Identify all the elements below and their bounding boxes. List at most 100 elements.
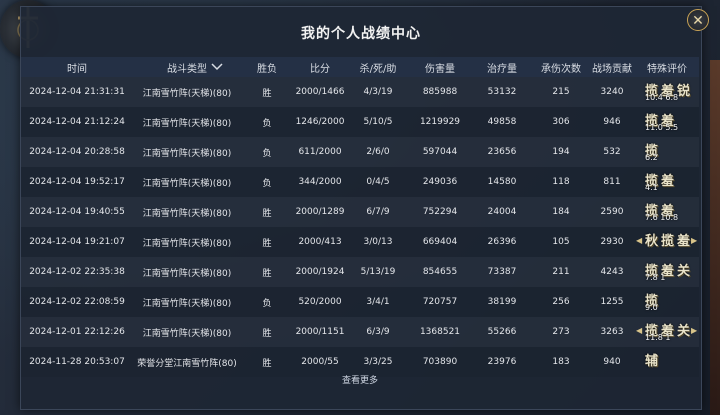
evaluation-badges[interactable]: 揽羞锐 10.4 6.8 [635,77,699,107]
cell-contrib: 1255 [600,297,624,307]
cell-damage: 720757 [422,297,458,307]
cell-time: 2024-12-01 22:12:26 [29,327,125,337]
cell-kda: 4/3/19 [363,87,393,97]
game-screen: 我的个人战绩中心 ✕ 时间 战斗类型 胜负 比分 杀/死/助 伤害量 治疗量 承… [0,0,720,415]
table-row[interactable]: 2024-12-04 19:52:17 江南雪竹阵(天梯)(80) 负 344/200… [21,167,699,197]
close-button[interactable]: ✕ [687,9,709,31]
cell-damage: 597044 [422,147,458,157]
evaluation-badges[interactable]: 揽羞 7.6 10.8 [635,197,699,227]
cell-damage: 854655 [422,267,458,277]
cell-contrib: 2590 [600,207,624,217]
view-more-link[interactable]: 查看更多 [0,373,720,386]
cell-eval: 揽 9.0 [635,287,699,317]
table-row[interactable]: 2024-12-04 19:21:07 江南雪竹阵(天梯)(80) 胜 2000/41… [21,227,699,257]
table-row[interactable]: 2024-12-02 22:08:59 江南雪竹阵(天梯)(80) 负 520/200… [21,287,699,317]
eval-badge: 关 [677,264,691,279]
table-row[interactable]: 2024-12-01 22:12:26 江南雪竹阵(天梯)(80) 胜 2000/11… [21,317,699,347]
cell-time: 2024-12-02 22:35:38 [29,267,125,277]
cell-score: 2000/1151 [295,327,345,337]
cell-heal: 49858 [487,117,517,127]
cell-hits: 194 [552,147,570,157]
cell-result: 胜 [262,268,272,279]
table-row[interactable]: 2024-12-04 21:12:24 江南雪竹阵(天梯)(80) 负 1246/20… [21,107,699,137]
cell-kda: 6/7/9 [366,207,390,217]
cell-eval: ◀ ▶ 秋揽羞 [635,227,699,257]
cell-damage: 249036 [422,177,458,187]
cell-kda: 3/0/13 [363,237,393,247]
cell-result: 胜 [262,328,272,339]
cell-hits: 215 [552,87,570,97]
chevron-right-icon[interactable]: ▶ [691,326,697,335]
eval-number: 9.0 [645,303,658,312]
cell-time: 2024-12-04 21:12:24 [29,117,125,127]
column-header-heal: 治疗量 [487,63,517,75]
chevron-left-icon[interactable]: ◀ [636,326,642,335]
table-header: 时间 战斗类型 胜负 比分 杀/死/助 伤害量 治疗量 承伤次数 战场贡献 特殊… [21,57,699,77]
cell-heal: 24004 [487,207,517,217]
cell-hits: 256 [552,297,570,307]
cell-damage: 1219929 [419,117,461,127]
cell-type: 江南雪竹阵(天梯)(80) [142,88,232,99]
eval-badge: 关 [677,324,691,339]
evaluation-badges[interactable]: 揽 6.2 [635,137,699,167]
cell-damage: 885988 [422,87,458,97]
cell-contrib: 946 [603,117,621,127]
eval-number: 10.4 6.8 [645,93,679,102]
cell-hits: 184 [552,207,570,217]
evaluation-badges[interactable]: ◀ ▶ 秋揽羞 [635,227,699,257]
cell-score: 611/2000 [298,147,342,157]
column-header-type[interactable]: 战斗类型 [133,57,241,77]
cell-time: 2024-12-04 21:31:31 [29,87,125,97]
column-header-result: 胜负 [257,63,277,75]
cell-type: 江南雪竹阵(天梯)(80) [142,238,232,249]
cell-type: 江南雪竹阵(天梯)(80) [142,208,232,219]
cell-heal: 23656 [487,147,517,157]
cell-contrib: 3240 [600,87,624,97]
table-row[interactable]: 2024-12-02 22:35:38 江南雪竹阵(天梯)(80) 胜 2000/19… [21,257,699,287]
cell-result: 胜 [262,208,272,219]
column-header-contrib: 战场贡献 [592,63,632,75]
chevron-right-icon[interactable]: ▶ [691,236,697,245]
cell-result: 胜 [262,238,272,249]
evaluation-badges[interactable]: 揽羞关 7.8 1 [635,257,699,287]
column-header-score: 比分 [310,63,330,75]
cell-score: 2000/1466 [295,87,345,97]
cell-result: 负 [262,148,272,159]
cell-hits: 118 [552,177,570,187]
eval-number: 11.0 5.5 [645,123,679,132]
evaluation-badges[interactable]: 揽羞 4.1 [635,167,699,197]
cell-result: 负 [262,118,272,129]
cell-heal: 26396 [487,237,517,247]
evaluation-badges[interactable]: 揽羞 11.0 5.5 [635,107,699,137]
cell-time: 2024-12-04 20:28:58 [29,147,125,157]
cell-heal: 73387 [487,267,517,277]
background-edge [710,60,720,415]
cell-eval: 揽羞锐 10.4 6.8 [635,77,699,107]
cell-damage: 1368521 [419,327,461,337]
cell-heal: 14580 [487,177,517,187]
cell-kda: 3/4/1 [366,297,390,307]
eval-badge: 揽 [661,234,675,249]
cell-type: 江南雪竹阵(天梯)(80) [142,178,232,189]
cell-result: 胜 [262,88,272,99]
chevron-down-icon[interactable] [211,63,223,71]
evaluation-badges[interactable]: ◀ ▶ 揽羞关 11.8 1 [635,317,699,347]
table-row[interactable]: 2024-12-04 20:28:58 江南雪竹阵(天梯)(80) 负 611/200… [21,137,699,167]
chevron-left-icon[interactable]: ◀ [636,236,642,245]
eval-number: 4.1 [645,183,658,192]
column-header-time: 时间 [67,63,87,75]
cell-contrib: 3263 [600,327,624,337]
eval-badge: 羞 [677,234,691,249]
table-row[interactable]: 2024-12-04 21:31:31 江南雪竹阵(天梯)(80) 胜 2000/14… [21,77,699,107]
cell-heal: 53132 [487,87,517,97]
record-table: 时间 战斗类型 胜负 比分 杀/死/助 伤害量 治疗量 承伤次数 战场贡献 特殊… [21,57,699,377]
cell-kda: 0/4/5 [366,177,390,187]
eval-number: 11.8 1 [645,333,671,342]
cell-heal: 38199 [487,297,517,307]
eval-badge: 辅 [645,354,659,369]
cell-time: 2024-12-04 19:52:17 [29,177,125,187]
evaluation-badges[interactable]: 揽 9.0 [635,287,699,317]
cell-score: 2000/1924 [295,267,345,277]
table-row[interactable]: 2024-12-04 19:40:55 江南雪竹阵(天梯)(80) 胜 2000/12… [21,197,699,227]
cell-type: 江南雪竹阵(天梯)(80) [142,298,232,309]
